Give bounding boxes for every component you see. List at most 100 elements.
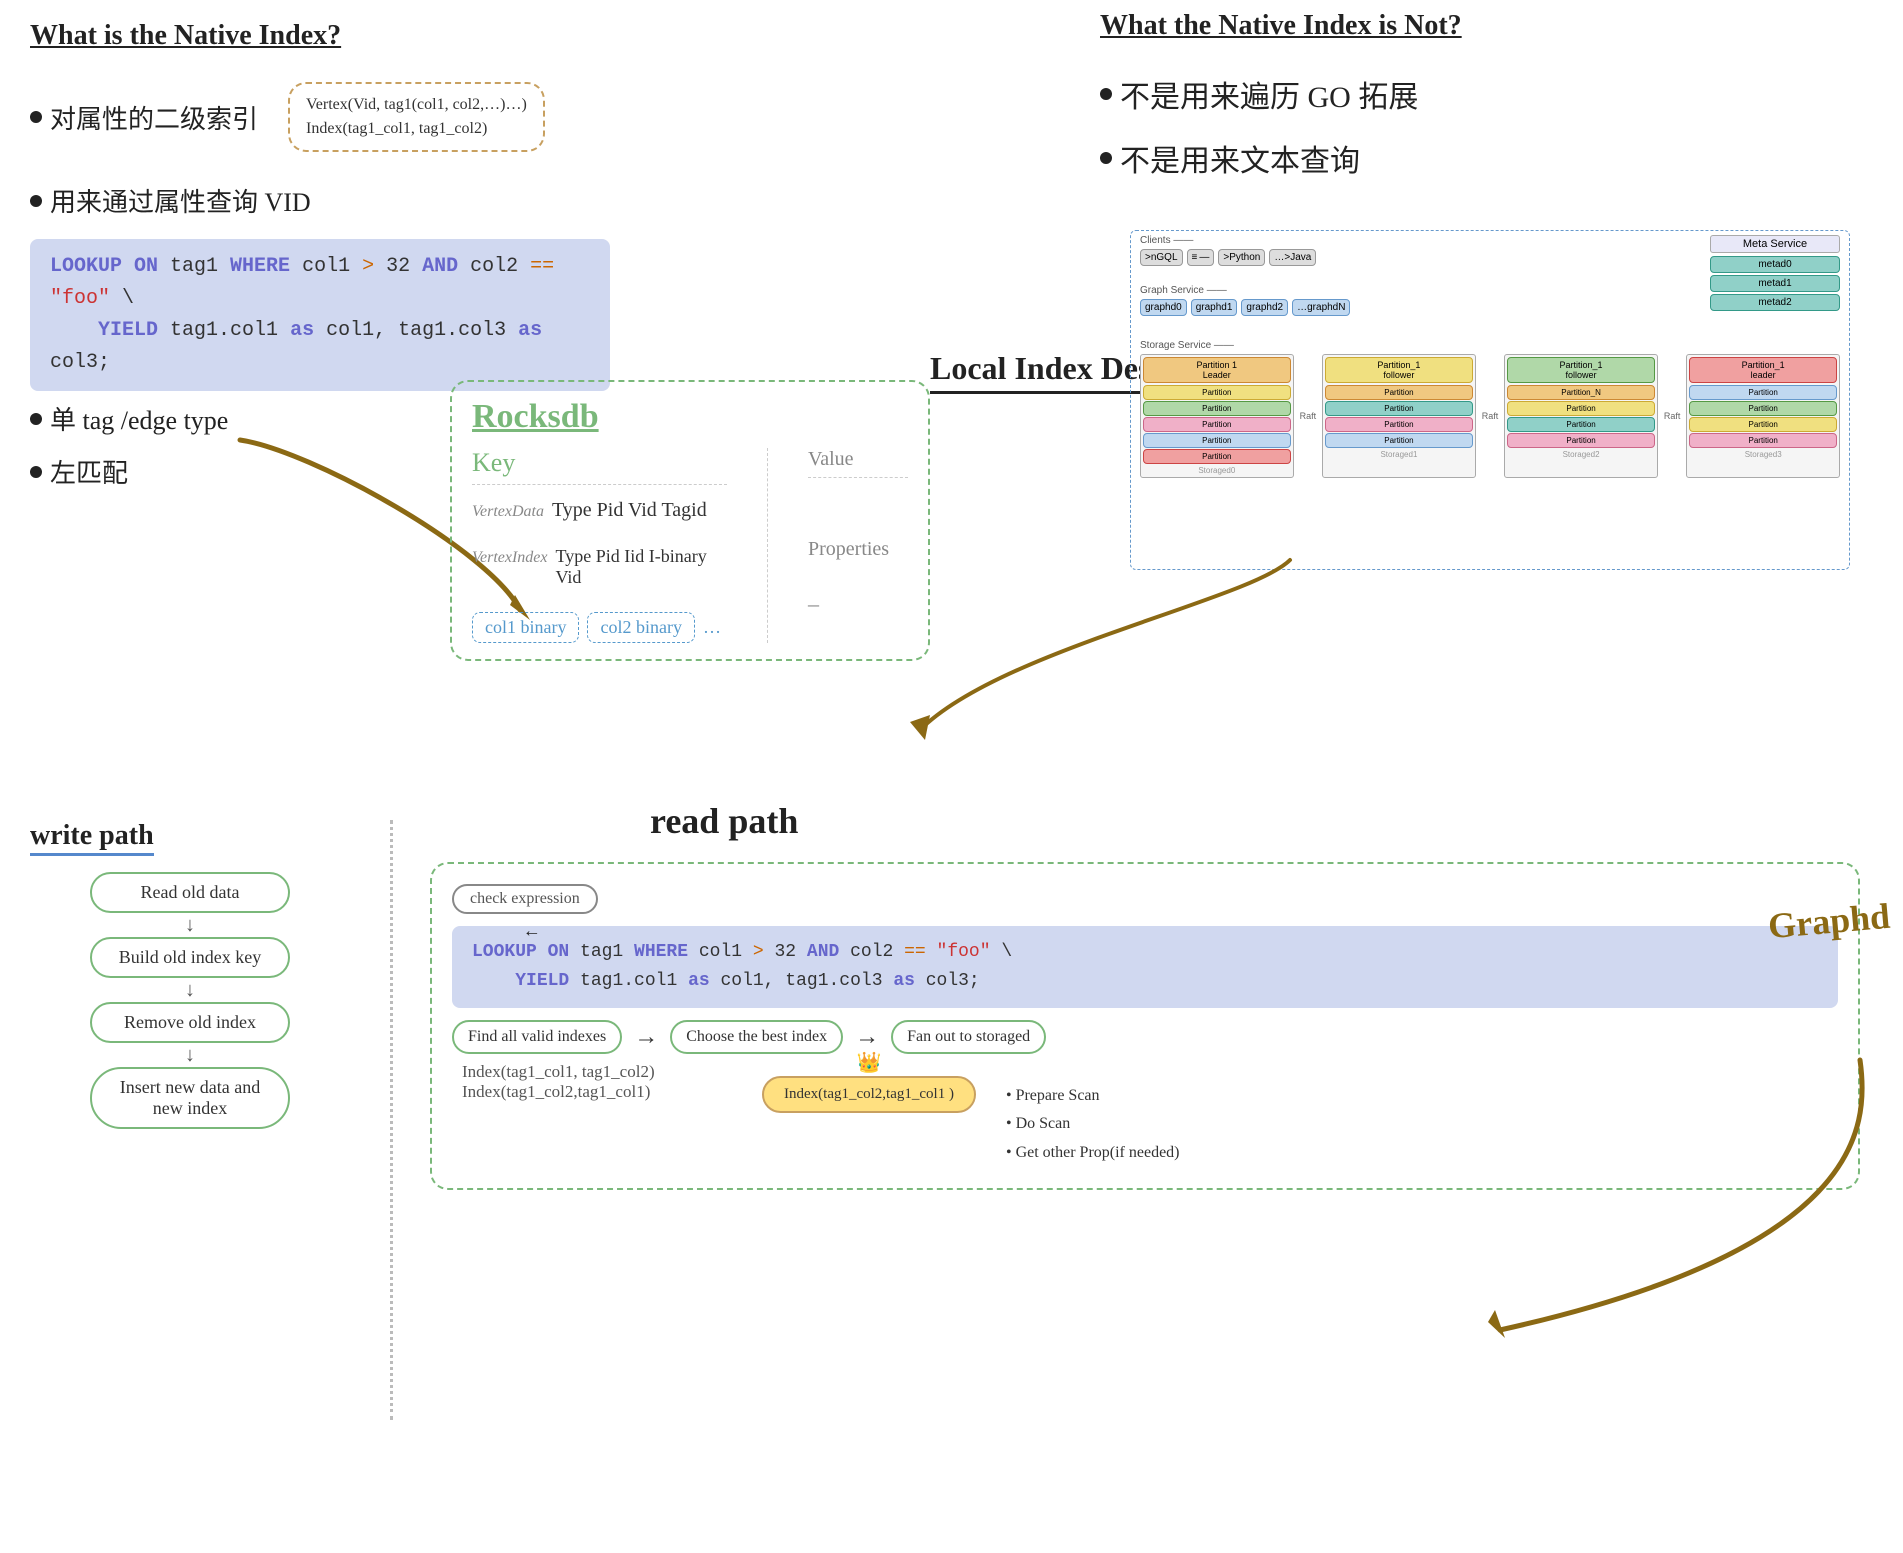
part-4-f2: Partition — [1689, 401, 1837, 416]
choose-index-box: Choose the best index — [670, 1020, 843, 1054]
clients-section: Clients —— >nGQL ≡— >Python …>Java — [1140, 235, 1700, 266]
bullet-text-2: 用来通过属性查询 VID — [50, 182, 311, 219]
write-step-4: Insert new data and new index — [90, 1067, 290, 1129]
write-path-steps: Read old data ↓ Build old index key ↓ Re… — [30, 872, 350, 1129]
rocksdb-dash: – — [808, 591, 819, 616]
graphd0: graphd0 — [1140, 299, 1187, 316]
col1-binary: col1 binary — [472, 612, 579, 643]
client-console: ≡— — [1187, 249, 1215, 266]
arrow-arch-curve — [900, 550, 1300, 750]
best-index-oval: Index(tag1_col2,tag1_col1 ) — [762, 1076, 976, 1113]
part-2-f3: Partition — [1325, 417, 1473, 432]
part-3-f1: Partition_N — [1507, 385, 1655, 400]
part-1-f5: Partition — [1143, 449, 1291, 464]
raft-1: Raft — [1300, 354, 1317, 478]
rocksdb-section: Rocksdb Key VertexData Type Pid Vid Tagi… — [450, 380, 930, 661]
storaged3: Storaged3 — [1689, 450, 1837, 459]
read-path-box: check expression ↓ LOOKUP ON tag1 WHERE … — [430, 862, 1860, 1190]
arrow-step-2: ↓ — [185, 978, 195, 1002]
architecture-diagram: Meta Service metad0 metad1 metad2 Client… — [1130, 230, 1850, 570]
rocksdb-value-label: Value — [808, 448, 908, 471]
vertex-index-row: Type Pid Iid I-binary Vid — [556, 546, 727, 588]
arrow-choose-fanout: → — [855, 1023, 879, 1051]
read-path-section: read path check expression ↓ LOOKUP ON t… — [430, 800, 1860, 1190]
part-1-f2: Partition — [1143, 401, 1291, 416]
arrow-step-3: ↓ — [185, 1043, 195, 1067]
clients-label: Clients —— — [1140, 235, 1700, 246]
part-3-f2: Partition — [1507, 401, 1655, 416]
storage-service-section: Storage Service —— Partition 1Leader Par… — [1140, 340, 1840, 550]
part-1-f1: Partition — [1143, 385, 1291, 400]
part-1-f4: Partition — [1143, 433, 1291, 448]
write-step-2: Build old index key — [90, 937, 290, 978]
bullet-dot-not-2 — [1100, 152, 1112, 164]
part-2-top: Partition_1follower — [1325, 357, 1473, 383]
crown-icon: 👑 — [857, 1050, 882, 1075]
meta-service-label: Meta Service — [1710, 235, 1840, 253]
meta-nodes: metad0 metad1 metad2 — [1710, 256, 1840, 311]
graphdN: …graphdN — [1292, 299, 1350, 316]
raft-2: Raft — [1482, 354, 1499, 478]
client-java: …>Java — [1269, 249, 1316, 266]
read-path-title: read path — [650, 800, 1860, 842]
partition-group-4: Partition_1leader Partition Partition Pa… — [1686, 354, 1840, 478]
graphd1: graphd1 — [1191, 299, 1238, 316]
best-index-area: 👑 Index(tag1_col2,tag1_col1 ) • Prepare … — [762, 1072, 1838, 1168]
part-2-f1: Partition — [1325, 385, 1473, 400]
what-is-native-index-section: What is the Native Index? 对属性的二级索引 Verte… — [30, 20, 610, 391]
col2-binary: col2 binary — [587, 612, 694, 643]
write-step-3: Remove old index — [90, 1002, 290, 1043]
check-expression-box: check expression — [452, 884, 598, 914]
part-1-f3: Partition — [1143, 417, 1291, 432]
part-2-f4: Partition — [1325, 433, 1473, 448]
bullet-left-match-text: 左匹配 — [50, 453, 128, 490]
metad1: metad1 — [1710, 275, 1840, 292]
fan-out-box: Fan out to storaged — [891, 1020, 1046, 1054]
read-path-code: LOOKUP ON tag1 WHERE col1 > 32 AND col2 … — [452, 926, 1838, 1008]
read-path-flow: Find all valid indexes → Choose the best… — [452, 1020, 1838, 1054]
graph-service-section: Graph Service —— graphd0 graphd1 graphd2… — [1140, 285, 1700, 316]
lookup-code-block: LOOKUP ON tag1 WHERE col1 > 32 AND col2 … — [30, 239, 610, 391]
part-3-top: Partition_1follower — [1507, 357, 1655, 383]
storaged2: Storaged2 — [1507, 450, 1655, 459]
part-3-f3: Partition — [1507, 417, 1655, 432]
client-python: >Python — [1218, 249, 1265, 266]
graphd2: graphd2 — [1241, 299, 1288, 316]
bullet-dot-2 — [30, 195, 42, 207]
bullet-dot-not-1 — [1100, 88, 1112, 100]
part-4-rest: Partition Partition Partition Partition — [1689, 385, 1837, 448]
scan-list: • Prepare Scan • Do Scan • Get other Pro… — [1006, 1082, 1180, 1168]
bullet-dot-1 — [30, 111, 42, 123]
middle-left-bullets: 单 tag /edge type 左匹配 — [30, 400, 228, 490]
write-step-1: Read old data — [90, 872, 290, 913]
bullet-single-tag-text: 单 tag /edge type — [50, 400, 228, 437]
bullet-not-2: 不是用来文本查询 — [1120, 136, 1360, 180]
section-title-what-is: What is the Native Index? — [30, 20, 610, 52]
bullet-single-tag — [30, 413, 42, 425]
storaged1: Storaged1 — [1325, 450, 1473, 459]
metad2: metad2 — [1710, 294, 1840, 311]
client-items: >nGQL ≡— >Python …>Java — [1140, 249, 1700, 266]
what-is-not-section: What the Native Index is Not? 不是用来遍历 GO … — [1100, 10, 1800, 180]
part-1-followers: Partition Partition Partition Partition … — [1143, 385, 1291, 464]
write-path-title: write path — [30, 820, 350, 852]
write-path-title-underline: write path — [30, 820, 154, 856]
part-1-leader: Partition 1Leader — [1143, 357, 1291, 383]
graphd-nodes: graphd0 graphd1 graphd2 …graphdN — [1140, 299, 1700, 316]
client-ngql: >nGQL — [1140, 249, 1183, 266]
part-4-f4: Partition — [1689, 433, 1837, 448]
bullet-text-1: 对属性的二级索引 — [50, 99, 258, 136]
scan-item-2: • Do Scan — [1006, 1110, 1180, 1139]
graphd-label: Graphd — [1766, 895, 1891, 947]
raft-3: Raft — [1664, 354, 1681, 478]
bullet-not-1: 不是用来遍历 GO 拓展 — [1120, 72, 1418, 116]
storage-service-label: Storage Service —— — [1140, 340, 1840, 351]
partition-group-3: Partition_1follower Partition_N Partitio… — [1504, 354, 1658, 478]
vertex-box-line1: Vertex(Vid, tag1(col1, col2,…)…) — [306, 96, 527, 114]
arrow-step-1: ↓ — [185, 913, 195, 937]
part-4-f3: Partition — [1689, 417, 1837, 432]
part-2-f2: Partition — [1325, 401, 1473, 416]
part-3-rest: Partition_N Partition Partition Partitio… — [1507, 385, 1655, 448]
best-index-container: 👑 Index(tag1_col2,tag1_col1 ) — [762, 1072, 976, 1113]
bullet-left-match — [30, 466, 42, 478]
